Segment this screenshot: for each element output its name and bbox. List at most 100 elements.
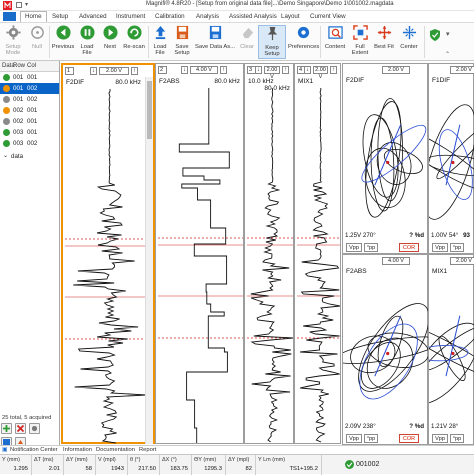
header-col[interactable]: Col (27, 63, 36, 69)
vpp-button[interactable]: Vpp (346, 243, 362, 252)
lissajous-loop (359, 323, 418, 400)
strip-chart-plot[interactable] (297, 88, 340, 443)
clear-button[interactable]: Clear (238, 25, 256, 59)
volts-per-division[interactable]: 2.00 V (382, 66, 410, 74)
arrow-up-icon[interactable]: ↑ (282, 66, 289, 74)
lissajous-f2dif[interactable]: 2.00 V F2DIF 1.25V 270° ? %d Vpp °pp COR (342, 63, 428, 254)
lissajous-f2abs[interactable]: 4.00 V F2ABS 2.09V 238° ? %d Vpp °pp COR (342, 254, 429, 445)
volts-per-division[interactable]: 2.00 V (264, 66, 280, 80)
tab-instrument[interactable]: Instrument (116, 12, 145, 22)
ribbon-dropdown-icon[interactable]: ▾ (446, 30, 450, 38)
data-row[interactable]: 001 002 (0, 94, 59, 105)
center-button[interactable]: Center (398, 25, 420, 59)
tab-information[interactable]: Information (63, 447, 92, 453)
load-file-button[interactable]: Load File (77, 25, 97, 59)
notification-icon[interactable]: ▣ (2, 446, 8, 453)
arrow-down-icon[interactable]: ↓ (181, 66, 188, 74)
data-folder-item[interactable]: ⌄ data (0, 151, 59, 162)
previous-button[interactable]: Previous (51, 25, 75, 59)
strip-chart-plot[interactable] (65, 89, 146, 444)
arrow-down-icon[interactable]: ↓ (90, 67, 97, 75)
vpp-button[interactable]: Vpp (432, 243, 448, 252)
tab-advanced[interactable]: Advanced (79, 12, 107, 22)
strip-chart-plot[interactable] (247, 88, 293, 443)
arrow-down-icon[interactable]: ↓ (304, 66, 311, 74)
delete-icon[interactable] (15, 423, 26, 434)
vertical-scrollbar[interactable] (145, 77, 153, 444)
channel-number-select[interactable]: 1 (65, 67, 74, 75)
data-row[interactable]: 003 001 (0, 127, 59, 138)
lissajous-mix1[interactable]: 2.00 V MIX1 1.21V 28° Vpp °pp (428, 254, 474, 445)
preferences-button[interactable]: Preferences (288, 25, 319, 59)
tab-report[interactable]: Report (139, 447, 156, 453)
arrow-up-icon[interactable]: ↑ (330, 66, 337, 74)
tab-layout[interactable]: Layout (281, 12, 300, 22)
strip-chart-plot[interactable] (158, 88, 243, 443)
lissajous-f1dif[interactable]: 2.00 V F1DIF 1.00V 54° 93 Vpp °pp (428, 63, 474, 254)
volts-per-division[interactable]: 2.00 V (450, 66, 474, 74)
tab-setup[interactable]: Setup (52, 12, 68, 22)
lissajous-plot[interactable] (429, 84, 474, 235)
tab-assisted-analysis[interactable]: Assisted Analysis (229, 12, 277, 22)
keep-setup-button[interactable]: Keep Setup (258, 25, 286, 59)
lissajous-plot[interactable] (343, 84, 429, 235)
channel-number-select[interactable]: 2 (158, 66, 167, 74)
qat-save-icon[interactable] (16, 2, 22, 8)
data-row[interactable]: 002 001 (0, 116, 59, 127)
strip-chart-ch3[interactable]: 3 ↓ 2.00 V ↑ 10.0 kHz 80.0 kHz (244, 63, 294, 444)
data-row[interactable]: 003 002 (0, 138, 59, 149)
cor-button[interactable]: COR (399, 243, 419, 252)
strip-chart-f2dif[interactable]: 1 ↓ 2.00 V ↑ F2DIF 80.0 kHz (61, 63, 155, 444)
volts-per-division[interactable]: 4.00 V (190, 66, 218, 74)
tab-analysis[interactable]: Analysis (196, 12, 219, 22)
arrow-up-icon[interactable]: ↑ (220, 66, 227, 74)
cor-button[interactable]: COR (399, 434, 419, 443)
add-icon[interactable] (1, 423, 12, 434)
strip-chart-mix1[interactable]: 4 ↓ 2.00 V ↑ MIX1 (294, 63, 341, 444)
volts-per-division[interactable]: 4.00 V (382, 257, 410, 265)
load-file2-button[interactable]: Load File (150, 25, 170, 59)
scrollbar-thumb[interactable] (147, 81, 152, 139)
tab-home[interactable]: Home (20, 11, 47, 22)
vpp-button[interactable]: Vpp (346, 434, 362, 443)
setup-mode-button[interactable]: Setup Mode (2, 25, 24, 59)
arrow-down-icon[interactable]: ↓ (255, 66, 262, 74)
next-button[interactable]: Next (100, 25, 120, 59)
vpp-button[interactable]: Vpp (432, 434, 448, 443)
peak-to-peak-button[interactable]: °pp (450, 434, 464, 443)
full-extent-button[interactable]: Full Extent (349, 25, 371, 59)
peak-to-peak-button[interactable]: °pp (364, 434, 378, 443)
content-button[interactable]: Content (323, 25, 347, 59)
peak-to-peak-button[interactable]: °pp (364, 243, 378, 252)
check-shield-icon[interactable] (430, 29, 440, 41)
peak-to-peak-button[interactable]: °pp (450, 243, 464, 252)
save-data-as-label: Save Data As... (195, 44, 235, 50)
save-setup-button[interactable]: Save Setup (172, 25, 192, 59)
tab-calibration[interactable]: Calibration (155, 12, 185, 22)
data-row[interactable]: 001 002 (0, 83, 59, 94)
rescan-icon (126, 25, 142, 40)
arrow-up-icon[interactable]: ↑ (131, 67, 138, 75)
ribbon-collapse-icon[interactable]: ⌃ (445, 51, 450, 58)
null-button[interactable]: Null (27, 25, 47, 59)
best-fit-button[interactable]: Best Fit (374, 25, 394, 59)
qat-dropdown-icon[interactable]: ▾ (25, 1, 28, 8)
settings-icon[interactable] (29, 423, 40, 434)
header-row[interactable]: Row (13, 63, 25, 69)
tab-notification-center[interactable]: Notification Center (10, 447, 58, 453)
volts-per-division[interactable]: 2.00 V (450, 257, 474, 265)
strip-chart-f2abs[interactable]: 2 ↓ 4.00 V ↑ F2ABS 80.0 kHz (155, 63, 244, 444)
save-data-as-button[interactable]: Save Data As... (195, 25, 235, 59)
tab-current-view[interactable]: Current View (310, 12, 346, 22)
volts-per-division[interactable]: 2.00 V (313, 66, 328, 80)
lissajous-plot[interactable] (343, 275, 429, 426)
chevron-down-icon[interactable]: ⌄ (3, 152, 8, 159)
data-row[interactable]: 001 001 (0, 72, 59, 83)
null-label: Null (32, 44, 42, 50)
lissajous-plot[interactable] (429, 275, 474, 426)
data-row[interactable]: 002 001 (0, 105, 59, 116)
rescan-button[interactable]: Re-scan (122, 25, 146, 59)
file-menu-button[interactable] (3, 12, 16, 21)
volts-per-division[interactable]: 2.00 V (99, 67, 129, 75)
tab-documentation[interactable]: Documentation (96, 447, 135, 453)
